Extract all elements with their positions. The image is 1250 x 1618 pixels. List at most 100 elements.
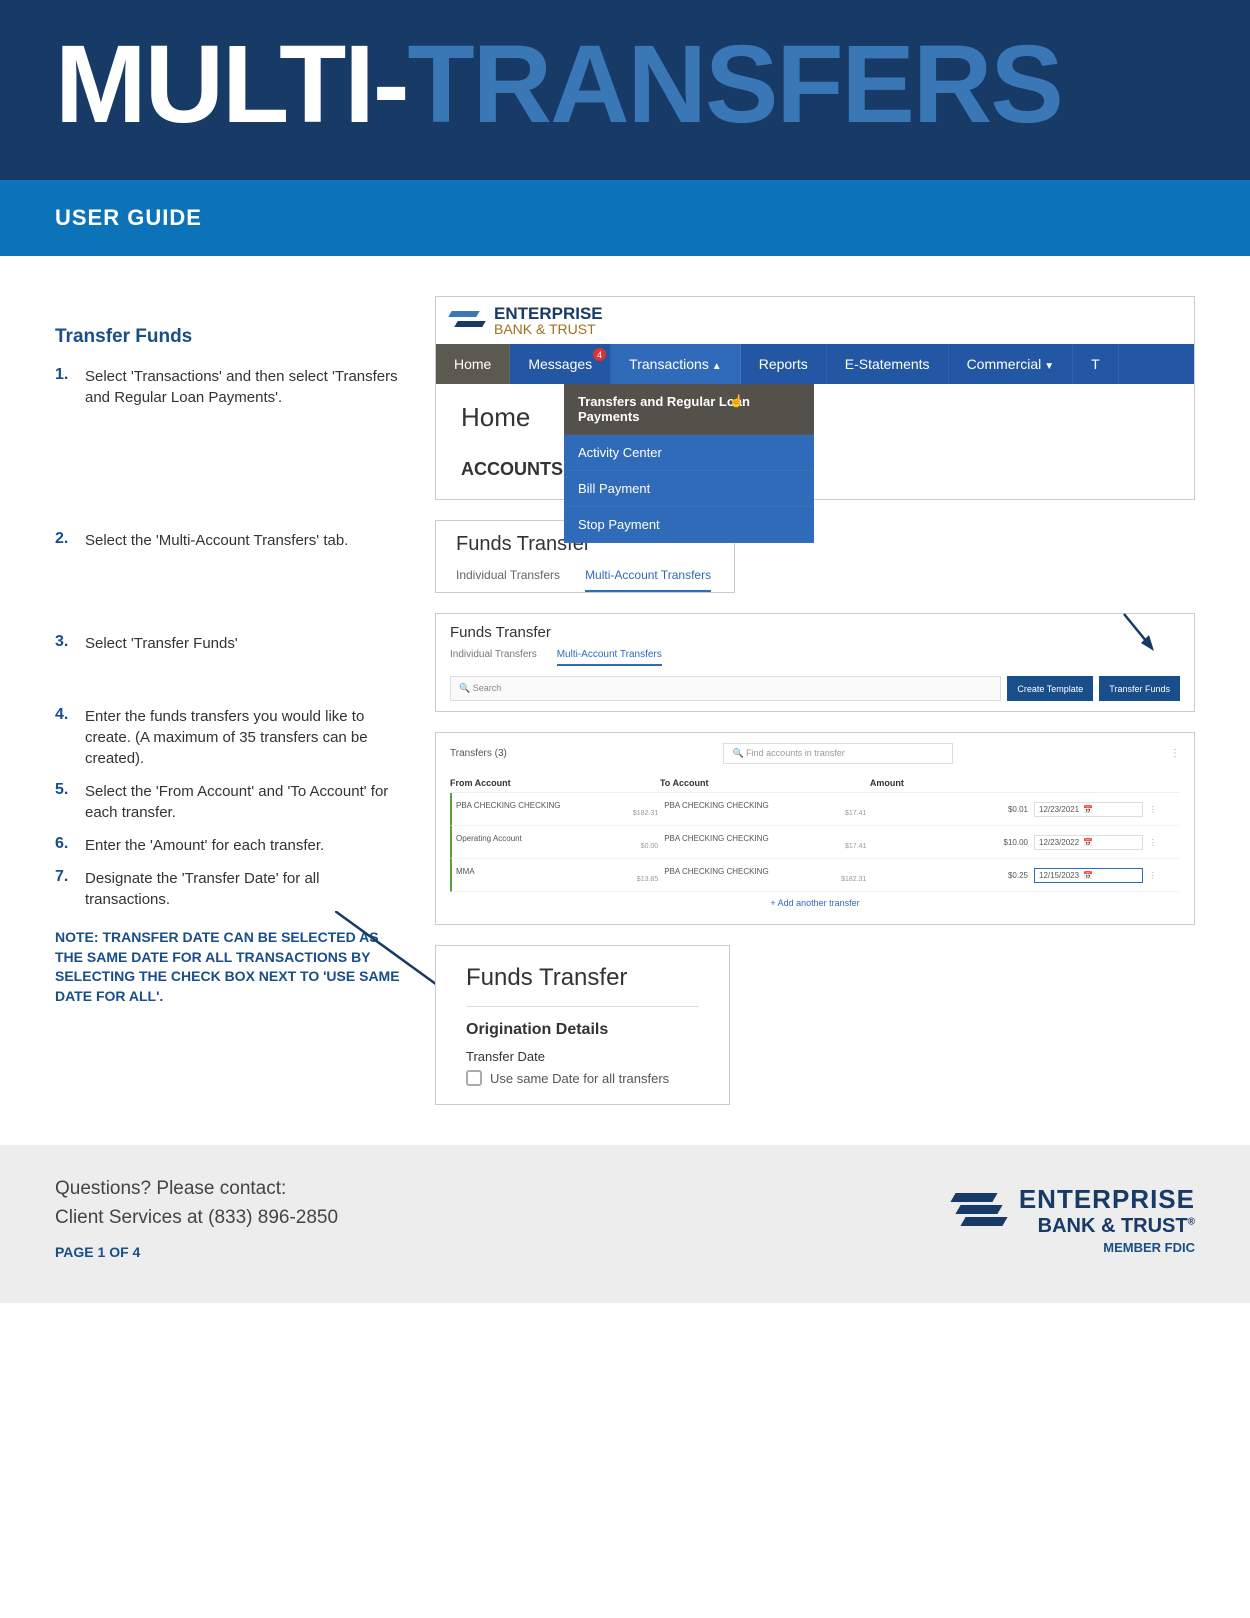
find-accounts-input[interactable]: 🔍 Find accounts in transfer bbox=[723, 743, 953, 764]
screenshot-origination-details: Funds Transfer Origination Details Trans… bbox=[435, 945, 730, 1105]
nav-home[interactable]: Home bbox=[436, 344, 510, 384]
to-account-cell[interactable]: PBA CHECKING CHECKING $17.41 bbox=[664, 801, 866, 817]
to-account-cell[interactable]: PBA CHECKING CHECKING $17.41 bbox=[664, 834, 866, 850]
search-icon: 🔍 bbox=[732, 748, 743, 758]
table-column-headers: From Account To Account Amount bbox=[450, 774, 1180, 793]
step-number: 7. bbox=[55, 868, 73, 910]
from-account-balance: $182.31 bbox=[456, 810, 658, 817]
date-value: 12/23/2022 bbox=[1039, 838, 1079, 847]
ss1-body: Home ACCOUNTS Transfers and Regular Loan… bbox=[436, 384, 1194, 499]
step-text: Enter the 'Amount' for each transfer. bbox=[85, 835, 324, 856]
date-value: 12/15/2023 bbox=[1039, 871, 1079, 880]
table-row: MMA $13.85 PBA CHECKING CHECKING $182.31… bbox=[450, 859, 1180, 892]
header-blue-banner: USER GUIDE bbox=[0, 180, 1250, 256]
nav-messages[interactable]: Messages 4 bbox=[510, 344, 611, 384]
title-part1: MULTI- bbox=[55, 23, 407, 146]
dropdown-item-transfers[interactable]: Transfers and Regular Loan Payments ☝ bbox=[564, 384, 814, 435]
step-text: Select 'Transfer Funds' bbox=[85, 633, 238, 654]
date-input[interactable]: 12/23/2021 📅 bbox=[1034, 802, 1143, 817]
dropdown-item-billpay[interactable]: Bill Payment bbox=[564, 471, 814, 507]
logo-icon bbox=[953, 1191, 1008, 1231]
row-options-icon[interactable]: ⋮ bbox=[1149, 871, 1180, 880]
amount-cell[interactable]: $0.25 bbox=[872, 871, 1028, 880]
contact-line2: Client Services at (833) 896-2850 bbox=[55, 1204, 338, 1233]
screenshot-nav-dropdown: ENTERPRISE BANK & TRUST Home Messages 4 … bbox=[435, 296, 1195, 500]
table-row: PBA CHECKING CHECKING $182.31 PBA CHECKI… bbox=[450, 793, 1180, 826]
row-options-icon[interactable]: ⋮ bbox=[1149, 805, 1180, 814]
search-button-row: 🔍 Search Create Template Transfer Funds bbox=[450, 676, 1180, 701]
nav-commercial[interactable]: Commercial▼ bbox=[949, 344, 1074, 384]
calendar-icon: 📅 bbox=[1083, 871, 1093, 880]
use-same-date-row: Use same Date for all transfers bbox=[466, 1070, 699, 1086]
nav-estatements[interactable]: E-Statements bbox=[827, 344, 949, 384]
from-account-cell[interactable]: MMA $13.85 bbox=[456, 867, 658, 883]
more-options-icon[interactable]: ⋮ bbox=[1170, 748, 1180, 759]
tab-individual-transfers[interactable]: Individual Transfers bbox=[456, 568, 560, 592]
note-text: NOTE: TRANSFER DATE CAN BE SELECTED AS T… bbox=[55, 928, 405, 1006]
to-account-cell[interactable]: PBA CHECKING CHECKING $182.31 bbox=[664, 867, 866, 883]
amount-cell[interactable]: $10.00 bbox=[872, 838, 1028, 847]
to-account-balance: $17.41 bbox=[664, 843, 866, 850]
row-options-icon[interactable]: ⋮ bbox=[1149, 838, 1180, 847]
tab-individual-transfers[interactable]: Individual Transfers bbox=[450, 649, 537, 666]
nav-bar: Home Messages 4 Transactions▲ Reports E-… bbox=[436, 344, 1194, 384]
nav-reports[interactable]: Reports bbox=[741, 344, 827, 384]
section-title: Transfer Funds bbox=[55, 326, 405, 348]
step-number: 5. bbox=[55, 781, 73, 823]
page-number: PAGE 1 OF 4 bbox=[55, 1242, 338, 1263]
origination-details-heading: Origination Details bbox=[466, 1021, 699, 1039]
to-account-balance: $182.31 bbox=[664, 876, 866, 883]
nav-transactions[interactable]: Transactions▲ bbox=[611, 344, 741, 384]
member-fdic: MEMBER FDIC bbox=[953, 1240, 1195, 1255]
nav-transactions-label: Transactions bbox=[629, 356, 709, 372]
step-number: 2. bbox=[55, 530, 73, 551]
footer-logo: ENTERPRISE BANK & TRUST® MEMBER FDIC bbox=[953, 1184, 1195, 1255]
add-another-transfer-link[interactable]: + Add another transfer bbox=[450, 892, 1180, 914]
transfer-tabs: Individual Transfers Multi-Account Trans… bbox=[456, 568, 714, 592]
contact-line1: Questions? Please contact: bbox=[55, 1175, 338, 1204]
from-account-name: Operating Account bbox=[456, 834, 658, 843]
tab-multi-account-transfers[interactable]: Multi-Account Transfers bbox=[557, 649, 662, 666]
transfer-tabs: Individual Transfers Multi-Account Trans… bbox=[450, 649, 1180, 666]
step-5: 5. Select the 'From Account' and 'To Acc… bbox=[55, 781, 405, 823]
step-text: Select the 'From Account' and 'To Accoun… bbox=[85, 781, 405, 823]
transfer-funds-button[interactable]: Transfer Funds bbox=[1099, 676, 1180, 701]
transactions-dropdown: Transfers and Regular Loan Payments ☝ Ac… bbox=[564, 384, 814, 543]
nav-tail[interactable]: T bbox=[1073, 344, 1119, 384]
chevron-down-icon: ▼ bbox=[1044, 361, 1054, 372]
funds-transfer-title: Funds Transfer bbox=[450, 624, 1180, 641]
step-text: Designate the 'Transfer Date' for all tr… bbox=[85, 868, 405, 910]
date-input[interactable]: 12/23/2022 📅 bbox=[1034, 835, 1143, 850]
home-page-label: Home bbox=[461, 402, 530, 433]
screenshot-transfer-funds-button: Funds Transfer Individual Transfers Mult… bbox=[435, 613, 1195, 712]
from-account-cell[interactable]: Operating Account $0.00 bbox=[456, 834, 658, 850]
amount-cell[interactable]: $0.01 bbox=[872, 805, 1028, 814]
step-number: 1. bbox=[55, 366, 73, 408]
use-same-date-checkbox[interactable] bbox=[466, 1070, 482, 1086]
calendar-icon: 📅 bbox=[1083, 838, 1093, 847]
create-template-button[interactable]: Create Template bbox=[1007, 676, 1093, 701]
to-account-balance: $17.41 bbox=[664, 810, 866, 817]
logo-icon bbox=[448, 307, 486, 335]
search-icon: 🔍 bbox=[459, 683, 470, 693]
dropdown-item-label: Transfers and Regular Loan Payments bbox=[578, 394, 750, 424]
date-input[interactable]: 12/15/2023 📅 bbox=[1034, 868, 1143, 883]
step-2: 2. Select the 'Multi-Account Transfers' … bbox=[55, 530, 405, 551]
logo-bank-trust: BANK & TRUST bbox=[494, 322, 603, 336]
footer-contact: Questions? Please contact: Client Servic… bbox=[55, 1175, 338, 1263]
step-3: 3. Select 'Transfer Funds' bbox=[55, 633, 405, 654]
step-text: Select 'Transactions' and then select 'T… bbox=[85, 366, 405, 408]
from-account-cell[interactable]: PBA CHECKING CHECKING $182.31 bbox=[456, 801, 658, 817]
dropdown-item-stoppay[interactable]: Stop Payment bbox=[564, 507, 814, 543]
tab-multi-account-transfers[interactable]: Multi-Account Transfers bbox=[585, 568, 711, 592]
dropdown-item-activity[interactable]: Activity Center bbox=[564, 435, 814, 471]
date-value: 12/23/2021 bbox=[1039, 805, 1079, 814]
step-number: 6. bbox=[55, 835, 73, 856]
step-text: Enter the funds transfers you would like… bbox=[85, 706, 405, 769]
search-placeholder: Find accounts in transfer bbox=[746, 748, 845, 758]
logo-enterprise: ENTERPRISE bbox=[1019, 1184, 1195, 1215]
cursor-icon: ☝ bbox=[729, 394, 744, 408]
screenshot-transfer-table: Transfers (3) 🔍 Find accounts in transfe… bbox=[435, 732, 1195, 925]
search-input[interactable]: 🔍 Search bbox=[450, 676, 1001, 701]
messages-badge: 4 bbox=[593, 348, 606, 361]
